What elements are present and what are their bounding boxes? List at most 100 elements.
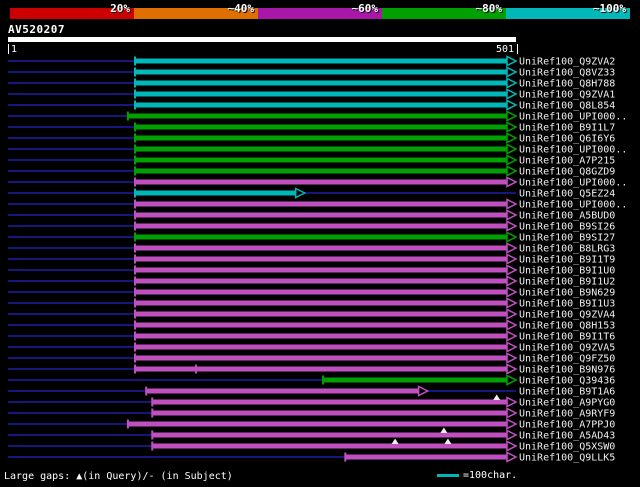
hit-bar[interactable] <box>135 91 507 97</box>
alignment-row: UniRef100_B9I1U0 <box>8 264 615 277</box>
hit-bar[interactable] <box>152 399 507 405</box>
hit-bar[interactable] <box>135 256 507 262</box>
hit-bar[interactable] <box>135 69 507 75</box>
hit-label[interactable]: UniRef100_Q6I6Y6 <box>519 134 615 145</box>
hit-label[interactable]: UniRef100_Q5EZ24 <box>519 189 615 200</box>
hit-label[interactable]: UniRef100_A9PYG0 <box>519 398 615 409</box>
scale-line-icon <box>437 474 459 477</box>
hit-bar[interactable] <box>135 223 507 229</box>
hit-arrowhead <box>506 363 518 375</box>
hit-bar[interactable] <box>135 102 507 108</box>
hit-arrowhead <box>506 319 518 331</box>
hit-label[interactable]: UniRef100_A7P215 <box>519 156 615 167</box>
hit-bar[interactable] <box>322 377 507 383</box>
alignment-row: UniRef100_Q5EZ24 <box>8 187 615 200</box>
hit-arrowhead <box>506 451 518 463</box>
hit-label[interactable]: UniRef100_Q8VZ33 <box>519 68 615 79</box>
hit-bar[interactable] <box>135 300 507 306</box>
hit-label[interactable]: UniRef100_B9I1U0 <box>519 266 615 277</box>
hit-label[interactable]: UniRef100_UPI000.. <box>519 178 627 189</box>
hit-bar[interactable] <box>135 311 507 317</box>
hit-label[interactable]: UniRef100_Q8H788 <box>519 79 615 90</box>
hit-arrowhead <box>506 396 518 408</box>
hit-start-tick <box>134 309 136 319</box>
hit-bar[interactable] <box>135 190 296 196</box>
hit-label[interactable]: UniRef100_B9N976 <box>519 365 615 376</box>
hit-bar[interactable] <box>135 267 507 273</box>
hit-label[interactable]: UniRef100_B9SI26 <box>519 222 615 233</box>
hit-bar[interactable] <box>135 234 507 240</box>
hit-bar[interactable] <box>135 355 507 361</box>
hit-bar[interactable] <box>135 278 507 284</box>
hit-bar[interactable] <box>135 135 507 141</box>
hit-label[interactable]: UniRef100_Q9LLK5 <box>519 453 615 464</box>
hit-label[interactable]: UniRef100_Q9ZVA2 <box>519 57 615 68</box>
hit-label[interactable]: UniRef100_A5BUD0 <box>519 211 615 222</box>
hit-bar[interactable] <box>135 344 507 350</box>
hit-bar[interactable] <box>135 168 507 174</box>
hit-label[interactable]: UniRef100_A9RYF9 <box>519 409 615 420</box>
hit-bar[interactable] <box>146 388 419 394</box>
hit-bar[interactable] <box>127 421 507 427</box>
hit-bar[interactable] <box>135 146 507 152</box>
hit-label[interactable]: UniRef100_B8LRG3 <box>519 244 615 255</box>
hit-bar[interactable] <box>135 80 507 86</box>
hit-bar[interactable] <box>127 113 507 119</box>
hit-label[interactable]: UniRef100_UPI000.. <box>519 200 627 211</box>
query-gap-triangle-icon <box>440 427 448 433</box>
hit-bar[interactable] <box>135 58 507 64</box>
hit-bar[interactable] <box>152 432 507 438</box>
hit-bar[interactable] <box>345 454 507 460</box>
hit-bar[interactable] <box>135 245 507 251</box>
hit-label[interactable]: UniRef100_B9SI27 <box>519 233 615 244</box>
hit-bar[interactable] <box>135 212 507 218</box>
hit-label[interactable]: UniRef100_A7PPJ0 <box>519 420 615 431</box>
alignment-row: UniRef100_B9N629 <box>8 286 615 299</box>
hit-label[interactable]: UniRef100_Q39436 <box>519 376 615 387</box>
hit-start-tick <box>134 67 136 77</box>
alignment-row: UniRef100_Q5XSW0 <box>8 438 615 453</box>
hit-bar[interactable] <box>135 201 507 207</box>
hit-arrowhead <box>506 121 518 133</box>
hit-label[interactable]: UniRef100_Q9FZ50 <box>519 354 615 365</box>
hit-label[interactable]: UniRef100_B9I1T6 <box>519 332 615 343</box>
hit-label[interactable]: UniRef100_Q5XSW0 <box>519 442 615 453</box>
hit-label[interactable]: UniRef100_UPI000.. <box>519 145 627 156</box>
ruler-start-label: 1 <box>11 44 18 55</box>
hit-bar[interactable] <box>135 179 507 185</box>
hit-label[interactable]: UniRef100_Q8GZD9 <box>519 167 615 178</box>
alignment-row: UniRef100_Q8H153 <box>8 319 615 332</box>
hit-arrowhead <box>506 286 518 298</box>
ruler-left-tick <box>8 44 9 54</box>
hit-label[interactable]: UniRef100_B9I1T9 <box>519 255 615 266</box>
hit-label[interactable]: UniRef100_Q9ZVA5 <box>519 343 615 354</box>
hit-label[interactable]: UniRef100_B9I1U3 <box>519 299 615 310</box>
blast-overview-screen: 20% ~40% ~60% ~80% ~100% AV520207 1 501 UniR… <box>0 0 640 487</box>
ruler: 1 501 <box>8 44 518 55</box>
alignment-row: UniRef100_Q9LLK5 <box>8 451 615 464</box>
hit-bar[interactable] <box>135 366 507 372</box>
hit-label[interactable]: UniRef100_Q8L854 <box>519 101 615 112</box>
hit-bar[interactable] <box>135 289 507 295</box>
hit-label[interactable]: UniRef100_Q9ZVA1 <box>519 90 615 101</box>
hit-label[interactable]: UniRef100_B9I1L7 <box>519 123 615 134</box>
hit-label[interactable]: UniRef100_B9N629 <box>519 288 615 299</box>
hit-label[interactable]: UniRef100_Q8H153 <box>519 321 615 332</box>
hit-bar[interactable] <box>135 333 507 339</box>
hit-bar[interactable] <box>135 157 507 163</box>
hit-start-tick <box>134 89 136 99</box>
hit-bar[interactable] <box>152 443 507 449</box>
hit-arrowhead <box>506 99 518 111</box>
alignment-row: UniRef100_B9I1T6 <box>8 330 615 343</box>
hit-bar[interactable] <box>135 322 507 328</box>
ruler-end-label: 501 <box>495 44 514 55</box>
hit-arrowhead <box>506 264 518 276</box>
hit-start-tick <box>126 419 129 429</box>
hit-label[interactable]: UniRef100_B9T1A6 <box>519 387 615 398</box>
hit-label[interactable]: UniRef100_A5AD43 <box>519 431 615 442</box>
hit-label[interactable]: UniRef100_Q9ZVA4 <box>519 310 615 321</box>
hit-bar[interactable] <box>135 124 507 130</box>
hit-label[interactable]: UniRef100_B9I1U2 <box>519 277 615 288</box>
hit-label[interactable]: UniRef100_UPI000.. <box>519 112 627 123</box>
hit-bar[interactable] <box>152 410 507 416</box>
